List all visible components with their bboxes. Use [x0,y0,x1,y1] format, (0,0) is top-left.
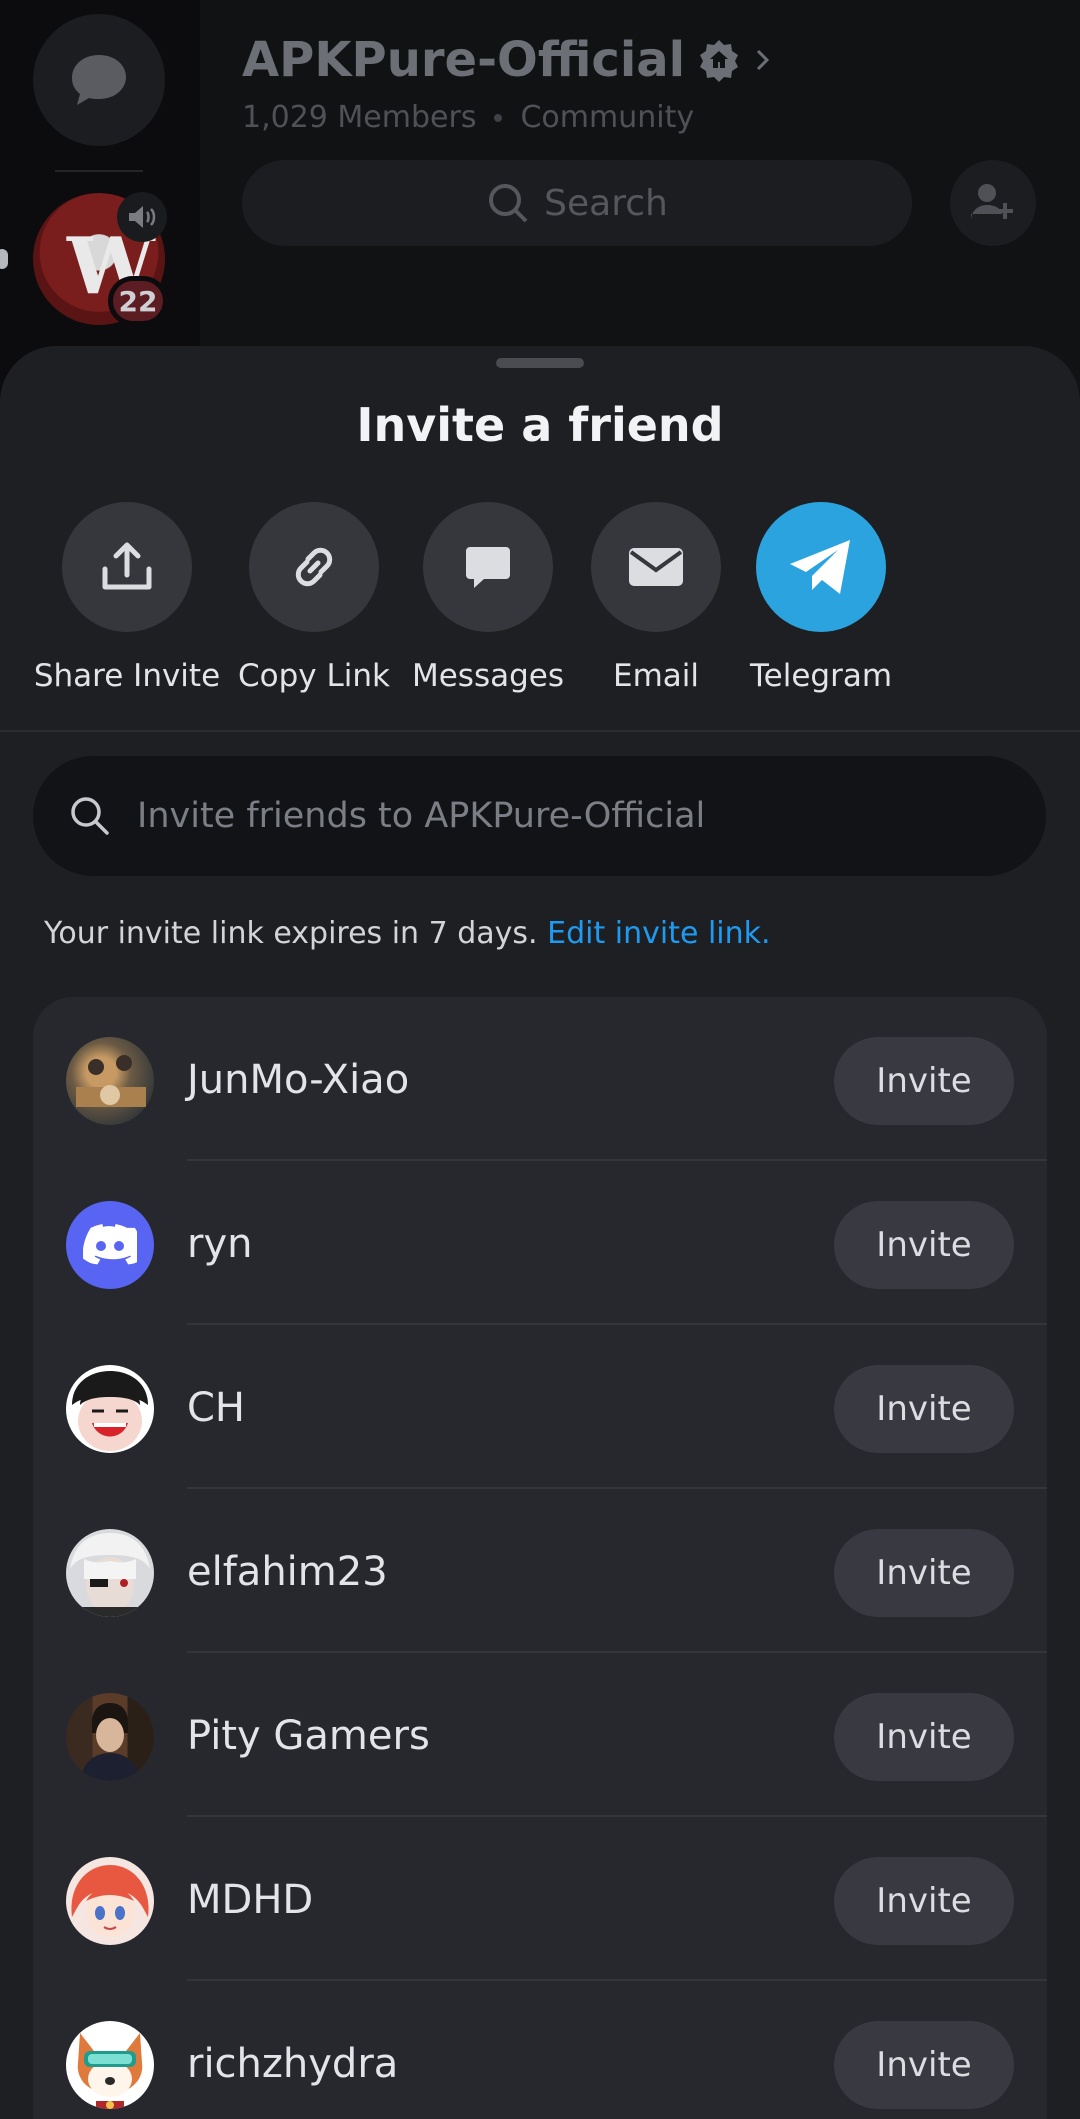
sheet-drag-handle[interactable] [496,358,584,368]
list-item: richzhydra Invite [33,1981,1047,2119]
list-item: ryn Invite [33,1161,1047,1325]
member-count: 1,029 Members [242,100,477,135]
avatar [66,2021,154,2109]
voice-speaker-icon [117,192,167,242]
share-options: Share Invite Copy Link Messages Email Te… [0,502,1080,702]
friend-name: Pity Gamers [187,1713,430,1759]
friend-name: richzhydra [187,2041,399,2087]
selected-guild-indicator [0,249,8,269]
friend-name: CH [187,1385,246,1431]
add-user-icon [971,184,1013,221]
invite-button[interactable]: Invite [834,1693,1014,1781]
verified-badge-icon [700,40,739,82]
avatar [66,1529,154,1617]
telegram-button[interactable]: Telegram [750,502,892,694]
chat-bubble-icon [72,55,126,105]
invite-expiry-note: Your invite link expires in 7 days. Edit… [44,916,771,951]
friend-name: MDHD [187,1877,314,1923]
list-item: CH Invite [33,1325,1047,1489]
edit-invite-link[interactable]: Edit invite link. [547,916,770,951]
invite-search-bar[interactable] [33,756,1046,876]
server-name: APKPure-Official [242,32,686,88]
server-background: W 22 APKPure-Official 1,029 Members Comm… [0,0,1080,400]
invite-button[interactable]: Invite [834,1857,1014,1945]
invite-button[interactable]: Invite [834,1365,1014,1453]
sheet-title: Invite a friend [356,398,724,452]
server-header: APKPure-Official 1,029 Members Community… [200,0,1080,400]
friend-name: elfahim23 [187,1549,388,1595]
server-meta: 1,029 Members Community [242,100,694,135]
invite-button[interactable]: Invite [834,1201,1014,1289]
server-title-row[interactable]: APKPure-Official [242,32,773,88]
share-option-label: Copy Link [238,658,390,694]
search-icon [489,184,528,223]
friend-name: ryn [187,1221,253,1267]
server-type: Community [520,100,695,135]
chevron-right-icon [757,49,770,71]
invite-button[interactable]: Invite [834,1529,1014,1617]
messages-button[interactable]: Messages [412,502,564,694]
friend-name: JunMo-Xiao [187,1057,410,1103]
avatar [66,1037,154,1125]
rail-separator [55,170,143,172]
link-icon [249,502,379,632]
invite-button[interactable]: Invite [834,2021,1014,2109]
telegram-icon [756,502,886,632]
meta-dot [494,113,503,122]
search-icon [71,797,109,835]
expiry-text: Your invite link expires in 7 days. [44,916,538,951]
message-icon [423,502,553,632]
list-item: JunMo-Xiao Invite [33,997,1047,1161]
share-option-label: Email [612,658,699,694]
list-item: MDHD Invite [33,1817,1047,1981]
avatar [66,1365,154,1453]
section-divider [0,730,1080,732]
server-search-bar[interactable]: Search [242,160,912,246]
avatar [66,1857,154,1945]
share-icon [62,502,192,632]
avatar [66,1693,154,1781]
friends-list: JunMo-Xiao Invite ryn Invite CH Invite e… [33,997,1047,2119]
invite-button[interactable]: Invite [834,1037,1014,1125]
add-member-button[interactable] [950,160,1036,246]
share-option-label: Telegram [749,658,893,694]
mention-count-badge: 22 [108,276,168,326]
email-button[interactable]: Email [591,502,721,694]
list-item: Pity Gamers Invite [33,1653,1047,1817]
list-item: elfahim23 Invite [33,1489,1047,1653]
share-option-label: Share Invite [33,658,221,694]
discord-logo-icon [66,1201,154,1289]
copy-link-button[interactable]: Copy Link [238,502,390,694]
invite-sheet: Invite a friend Share Invite Copy Link M… [0,346,1080,2119]
guild-rail: W 22 [0,0,200,400]
server-search-label: Search [544,182,668,224]
invite-search-input[interactable] [137,796,997,836]
share-option-label: Messages [411,658,565,694]
direct-messages-button[interactable] [33,14,165,146]
share-invite-button[interactable]: Share Invite [34,502,220,694]
mail-icon [591,502,721,632]
